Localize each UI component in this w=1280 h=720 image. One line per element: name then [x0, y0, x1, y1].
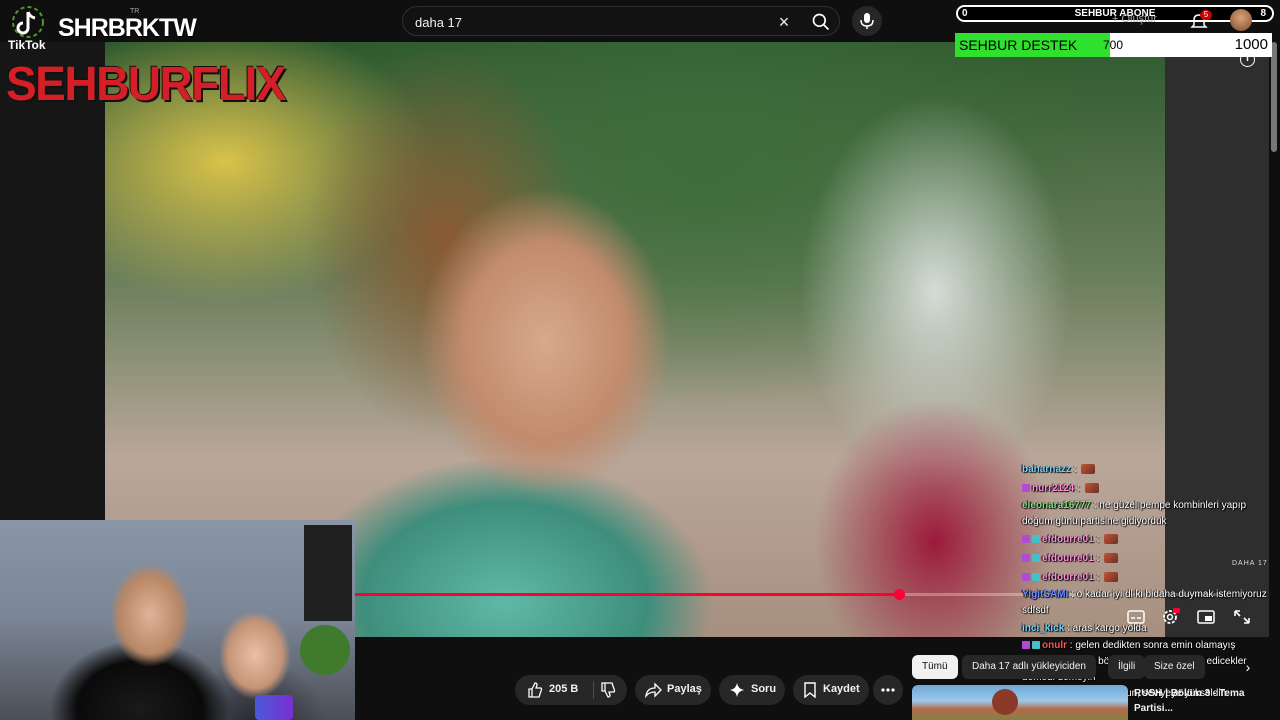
avatar[interactable]: [1230, 9, 1252, 31]
chat-username: efdourre01: [1042, 534, 1094, 545]
search-button[interactable]: [807, 10, 835, 34]
channel-logo: SEHBURFLIX: [6, 55, 286, 111]
thumbnail-dome: [992, 689, 1018, 715]
chat-message: efdourre01 :: [1022, 530, 1272, 549]
chat-username: baharnazz: [1022, 464, 1071, 475]
country-tag: TR: [130, 8, 140, 15]
share-icon: [645, 682, 662, 698]
chat-message: nurr2124 :: [1022, 479, 1272, 498]
video-progress-fill: [355, 593, 899, 596]
wall-poster: [304, 525, 352, 621]
chat-badge-icon: [1022, 573, 1030, 582]
chip-for-you[interactable]: Size özel: [1144, 655, 1205, 679]
save-label: Kaydet: [823, 683, 860, 695]
chat-badge-icon: [1032, 554, 1040, 563]
webcam-overlay: [0, 520, 355, 720]
chat-badge-icon: [1032, 641, 1040, 650]
related-video-thumbnail[interactable]: [912, 685, 1128, 720]
chat-badge-icon: [1032, 535, 1040, 544]
ask-button[interactable]: Soru: [719, 675, 785, 705]
chevron-right-icon[interactable]: ›: [1238, 657, 1258, 677]
chat-username: nurr2124: [1032, 483, 1075, 494]
subscriber-goal-end: 8: [1260, 8, 1266, 19]
streamer-handle: SHRBRKTW: [58, 14, 197, 42]
notification-badge: 5: [1200, 10, 1212, 20]
chat-separator: :: [1074, 483, 1083, 494]
search-input[interactable]: [415, 13, 755, 31]
more-actions-button[interactable]: [873, 675, 903, 705]
chat-separator: :: [1093, 553, 1103, 564]
save-button[interactable]: Kaydet: [793, 675, 869, 705]
chat-message: eleonara16777 : ne güzel pempe kombinler…: [1022, 498, 1272, 530]
microphone-icon: [860, 13, 874, 29]
ask-label: Soru: [751, 683, 777, 695]
rgb-light: [255, 695, 293, 720]
chat-username: eleonara16777: [1022, 500, 1091, 511]
thumbs-down-icon: [601, 682, 616, 698]
chip-related[interactable]: İlgili: [1108, 655, 1146, 679]
donation-goal-bar: SEHBUR DESTEK 700 1000: [955, 33, 1272, 57]
chat-message: efdourre01 :: [1022, 568, 1272, 587]
like-count: 205 B: [549, 683, 579, 695]
tiktok-label: TikTok: [8, 38, 46, 52]
like-button[interactable]: 205 B: [515, 675, 593, 705]
search-icon: [812, 13, 830, 31]
chat-message: YigitSAMI : o kadar iyi dl ki bidaha duy…: [1022, 587, 1272, 619]
info-icon[interactable]: i: [1240, 52, 1255, 67]
chat-username: efdourre01: [1042, 553, 1094, 564]
chat-message: baharnazz :: [1022, 460, 1272, 479]
create-button[interactable]: + Oluştur: [1112, 13, 1157, 25]
share-label: Paylaş: [667, 683, 702, 695]
chat-username: YigitSAMI: [1022, 589, 1069, 600]
chat-message: inci_kick : aras kargo yolda: [1022, 619, 1272, 638]
chat-username: onulr: [1042, 640, 1067, 651]
chat-badge-icon: [1022, 554, 1030, 563]
voice-search-button[interactable]: [852, 6, 882, 36]
chat-separator: :: [1070, 464, 1080, 475]
plant: [300, 625, 350, 675]
chat-username: efdourre01: [1042, 572, 1094, 583]
chat-username: inci_kick: [1022, 623, 1065, 634]
chat-separator: :: [1093, 572, 1103, 583]
chat-message: efdourre01 :: [1022, 549, 1272, 568]
clear-search-button[interactable]: ×: [773, 11, 795, 33]
chat-emote-icon: [1104, 572, 1119, 583]
player-left-margin: [0, 42, 105, 520]
search-box: ×: [402, 6, 840, 36]
page: × DAHA 17 TikTok SHRBRKTW TR SEHBURFLIX …: [0, 0, 1280, 720]
share-button[interactable]: Paylaş: [635, 675, 711, 705]
like-dislike-group: 205 B: [515, 675, 627, 705]
chip-from-uploader[interactable]: Daha 17 adlı yükleyiciden: [962, 655, 1096, 679]
chat-message: onulr : gelen dedikten sonra emin olamay…: [1022, 638, 1272, 654]
chat-separator: :: [1064, 623, 1073, 634]
chat-emote-icon: [1081, 464, 1096, 475]
chat-separator: :: [1093, 534, 1103, 545]
chip-all[interactable]: Tümü: [912, 655, 958, 679]
page-scrollbar[interactable]: [1271, 42, 1277, 152]
thumbs-up-icon: [528, 682, 543, 698]
donation-goal-value: 700: [1103, 38, 1124, 52]
chat-emote-icon: [1104, 534, 1119, 545]
sparkle-icon: [730, 683, 744, 697]
chat-emote-icon: [1084, 483, 1099, 494]
bookmark-icon: [804, 682, 816, 698]
chat-badge-icon: [1022, 641, 1030, 650]
donation-goal-label: SEHBUR DESTEK: [959, 37, 1078, 53]
related-video-title[interactable]: RUSH | Bölüm 3 - Tema Partisi...: [1134, 686, 1274, 716]
video-scrubber-handle[interactable]: [893, 589, 905, 600]
chat-badge-icon: [1032, 573, 1040, 582]
dislike-button[interactable]: [594, 675, 627, 705]
chat-text: gelen dedikten sonra emin olamayış: [1075, 640, 1236, 651]
chat-separator: :: [1068, 589, 1077, 600]
donation-goal-target: 1000: [1234, 36, 1268, 53]
chat-badge-icon: [1022, 484, 1030, 493]
chat-badge-icon: [1022, 535, 1030, 544]
chat-text: aras kargo yolda: [1072, 623, 1147, 634]
more-horizontal-icon: [881, 688, 895, 692]
chat-emote-icon: [1104, 553, 1119, 564]
